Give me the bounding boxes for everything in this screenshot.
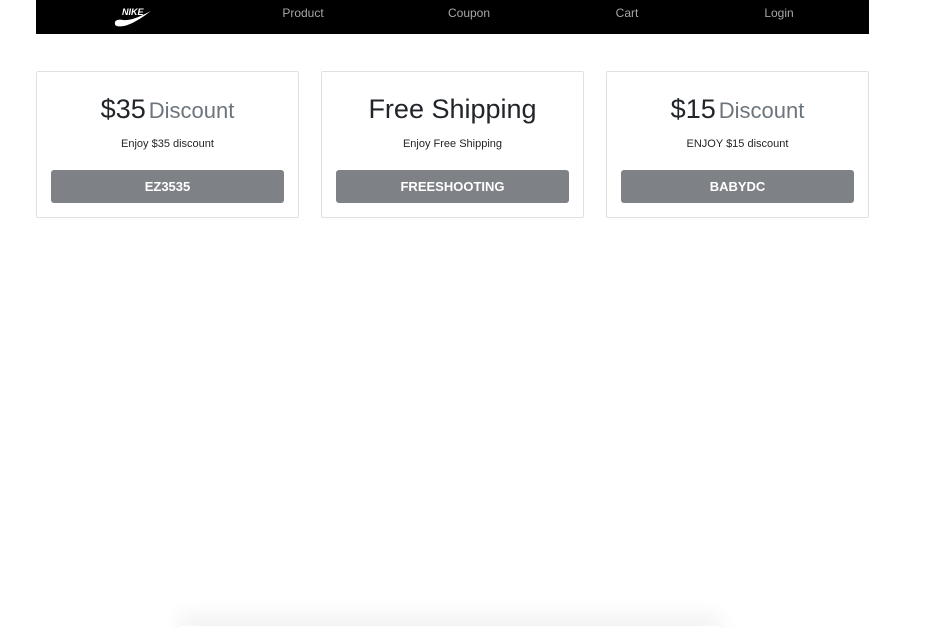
coupon-title-sub: Discount: [718, 98, 805, 123]
coupon-title-sub: Discount: [148, 98, 235, 123]
coupon-code-button[interactable]: FREESHOOTING: [336, 170, 569, 203]
coupon-title-main: Free Shipping: [368, 94, 537, 124]
coupon-card-15-discount: $15 Discount ENJOY $15 discount BABYDC: [606, 71, 869, 218]
coupon-title: $35 Discount: [37, 92, 298, 131]
top-navbar: NIKE Product Coupon Cart Login: [36, 0, 869, 34]
coupon-code-button[interactable]: EZ3535: [51, 170, 284, 203]
coupon-description: Enjoy $35 discount: [121, 138, 214, 150]
nav-link-cart[interactable]: Cart: [616, 0, 639, 27]
coupon-card-free-shipping: Free Shipping Enjoy Free Shipping FREESH…: [321, 71, 584, 218]
nike-logo-icon[interactable]: NIKE: [113, 4, 153, 28]
nav-link-coupon[interactable]: Coupon: [448, 0, 490, 27]
coupon-title: $15 Discount: [607, 92, 868, 131]
nav-link-product[interactable]: Product: [282, 0, 323, 27]
page: NIKE Product Coupon Cart Login $35 Discou…: [0, 0, 927, 628]
coupon-title: Free Shipping: [322, 92, 583, 131]
coupon-title-main: $15: [670, 94, 716, 124]
coupon-card-35-discount: $35 Discount Enjoy $35 discount EZ3535: [36, 71, 299, 218]
nike-logo-text: NIKE: [122, 7, 144, 17]
coupon-description: Enjoy Free Shipping: [402, 138, 503, 150]
coupon-description: ENJOY $15 discount: [686, 138, 789, 150]
coupon-code-button[interactable]: BABYDC: [621, 170, 854, 203]
coupon-title-main: $35: [100, 94, 146, 124]
nav-link-login[interactable]: Login: [764, 0, 793, 27]
